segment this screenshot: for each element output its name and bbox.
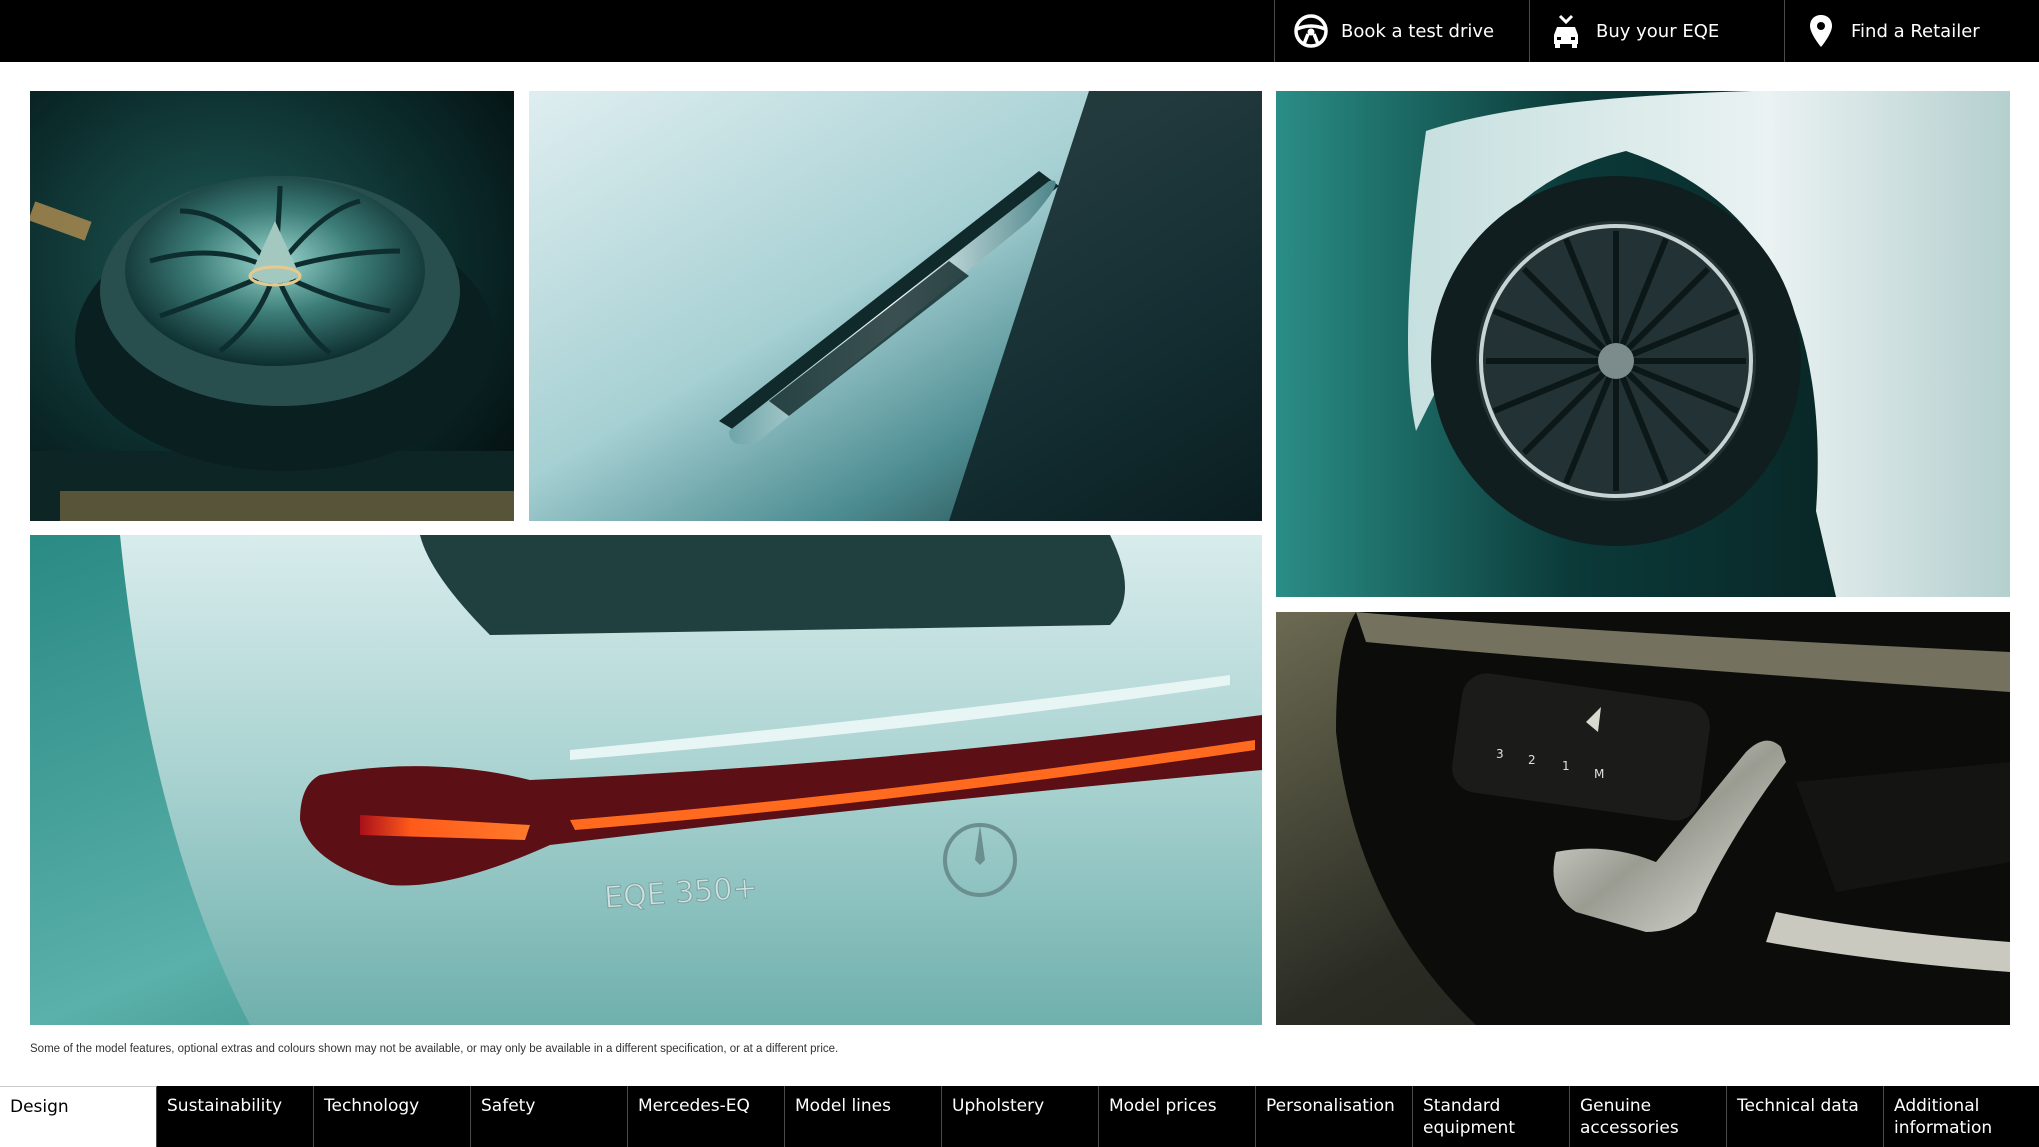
book-test-drive-label: Book a test drive bbox=[1341, 20, 1495, 42]
nav-personalisation[interactable]: Personalisation bbox=[1256, 1086, 1413, 1147]
top-action-bar: Book a test drive Buy your EQE Find a Re… bbox=[0, 0, 2039, 62]
seat-controls-photo: 3 2 1 M bbox=[1276, 612, 2010, 1025]
nav-design[interactable]: Design bbox=[0, 1086, 157, 1147]
rear-taillight-photo: EQE 350+ bbox=[30, 535, 1262, 1025]
air-vent-photo bbox=[30, 91, 514, 521]
door-handle-photo bbox=[529, 91, 1262, 521]
steering-wheel-icon bbox=[1291, 11, 1331, 51]
seat-memory-m: M bbox=[1594, 767, 1604, 781]
nav-safety[interactable]: Safety bbox=[471, 1086, 628, 1147]
find-retailer-label: Find a Retailer bbox=[1851, 20, 1980, 42]
bottom-section-nav: Design Sustainability Technology Safety … bbox=[0, 1086, 2039, 1147]
nav-model-lines[interactable]: Model lines bbox=[785, 1086, 942, 1147]
nav-additional-information[interactable]: Additional information bbox=[1884, 1086, 2039, 1147]
car-buy-icon bbox=[1546, 11, 1586, 51]
wheel-photo bbox=[1276, 91, 2010, 597]
disclaimer-text: Some of the model features, optional ext… bbox=[30, 1043, 839, 1055]
nav-mercedes-eq[interactable]: Mercedes-EQ bbox=[628, 1086, 785, 1147]
nav-upholstery[interactable]: Upholstery bbox=[942, 1086, 1099, 1147]
nav-technology[interactable]: Technology bbox=[314, 1086, 471, 1147]
seat-memory-1: 1 bbox=[1562, 759, 1570, 773]
nav-sustainability[interactable]: Sustainability bbox=[157, 1086, 314, 1147]
location-pin-icon bbox=[1801, 11, 1841, 51]
find-retailer-button[interactable]: Find a Retailer bbox=[1784, 0, 2039, 62]
seat-memory-3: 3 bbox=[1496, 747, 1504, 761]
nav-standard-equipment[interactable]: Standard equipment bbox=[1413, 1086, 1570, 1147]
buy-eqe-label: Buy your EQE bbox=[1596, 20, 1720, 42]
book-test-drive-button[interactable]: Book a test drive bbox=[1274, 0, 1530, 62]
seat-memory-2: 2 bbox=[1528, 753, 1536, 767]
buy-eqe-button[interactable]: Buy your EQE bbox=[1529, 0, 1785, 62]
nav-model-prices[interactable]: Model prices bbox=[1099, 1086, 1256, 1147]
nav-technical-data[interactable]: Technical data bbox=[1727, 1086, 1884, 1147]
nav-genuine-accessories[interactable]: Genuine accessories bbox=[1570, 1086, 1727, 1147]
